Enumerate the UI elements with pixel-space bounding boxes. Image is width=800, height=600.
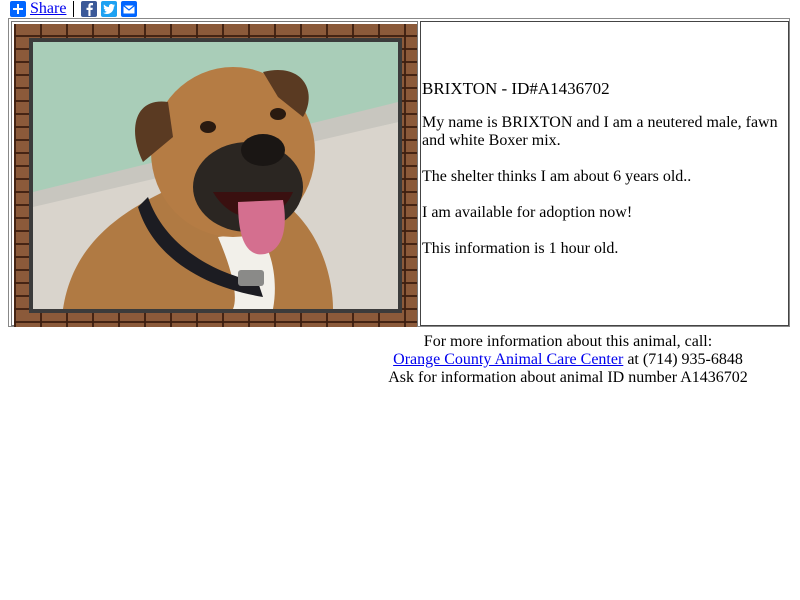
- contact-footer: For more information about this animal, …: [336, 333, 800, 387]
- plus-icon[interactable]: [10, 1, 26, 17]
- animal-age: The shelter thinks I am about 6 years ol…: [422, 168, 692, 185]
- info-cell: BRIXTON - ID#A1436702 My name is BRIXTON…: [420, 21, 789, 326]
- email-icon[interactable]: [121, 1, 138, 17]
- animal-table: BRIXTON - ID#A1436702 My name is BRIXTON…: [8, 18, 790, 327]
- animal-photo: [33, 42, 398, 309]
- share-divider: [73, 1, 75, 17]
- contact-line: Orange County Animal Care Center at (714…: [336, 351, 800, 369]
- animal-title: BRIXTON - ID#A1436702: [422, 79, 610, 98]
- facebook-icon[interactable]: [81, 1, 98, 17]
- photo-cell: [11, 21, 418, 327]
- shelter-phone: at (714) 935-6848: [623, 351, 743, 368]
- info-freshness: This information is 1 hour old.: [422, 240, 619, 257]
- share-link[interactable]: Share: [30, 0, 66, 18]
- twitter-icon[interactable]: [101, 1, 118, 17]
- animal-info: BRIXTON - ID#A1436702 My name is BRIXTON…: [422, 80, 784, 276]
- photo-border: [29, 38, 402, 313]
- contact-intro: For more information about this animal, …: [423, 333, 713, 350]
- brick-frame: [14, 24, 417, 327]
- animal-description: My name is BRIXTON and I am a neutered m…: [422, 114, 778, 149]
- animal-availability: I am available for adoption now!: [422, 204, 633, 221]
- share-bar: Share: [10, 0, 138, 18]
- shelter-link[interactable]: Orange County Animal Care Center: [393, 351, 623, 368]
- animal-id-note: Ask for information about animal ID numb…: [388, 369, 748, 386]
